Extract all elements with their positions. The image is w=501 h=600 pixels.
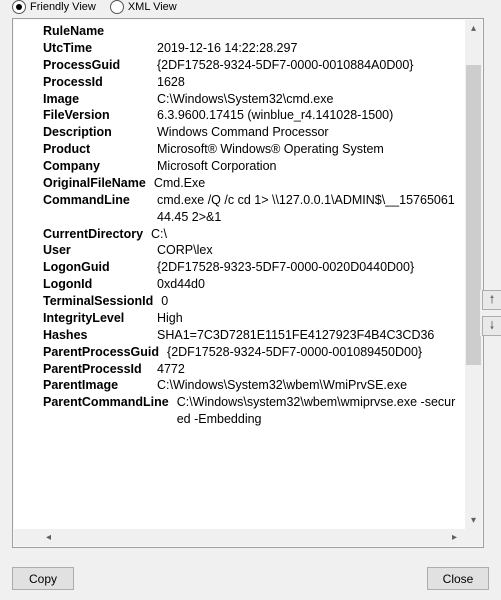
field-key-processguid: ProcessGuid xyxy=(43,57,157,74)
field-val-parentimage: C:\Windows\System32\wbem\WmiPrvSE.exe xyxy=(157,377,459,394)
field-key-parentprocessid: ParentProcessId xyxy=(43,361,157,378)
field-val-logonguid: {2DF17528-9323-5DF7-0000-0020D0440D00} xyxy=(157,259,459,276)
scroll-thumb[interactable] xyxy=(466,65,481,365)
field-val-product: Microsoft® Windows® Operating System xyxy=(157,141,459,158)
field-val-hashes: SHA1=7C3D7281E1151FE4127923F4B4C3CD36 xyxy=(157,327,459,344)
field-key-rulename: RuleName xyxy=(43,23,157,40)
friendly-view-radio[interactable]: Friendly View xyxy=(12,0,96,14)
field-val-currentdirectory: C:\ xyxy=(147,226,459,243)
copy-button[interactable]: Copy xyxy=(12,567,74,590)
field-val-image: C:\Windows\System32\cmd.exe xyxy=(157,91,459,108)
field-key-hashes: Hashes xyxy=(43,327,157,344)
arrow-up-icon: 🠕 xyxy=(490,291,495,310)
field-val-commandline: cmd.exe /Q /c cd 1> \\127.0.0.1\ADMIN$\_… xyxy=(157,192,459,226)
scroll-left-icon[interactable]: ◂ xyxy=(40,529,57,546)
field-val-parentprocessid: 4772 xyxy=(157,361,459,378)
field-key-processid: ProcessId xyxy=(43,74,157,91)
field-val-parentcommandline: C:\Windows\system32\wbem\wmiprvse.exe -s… xyxy=(173,394,459,428)
field-val-fileversion: 6.3.9600.17415 (winblue_r4.141028-1500) xyxy=(157,107,459,124)
friendly-view-label: Friendly View xyxy=(30,1,96,13)
scroll-corner xyxy=(465,529,482,546)
scroll-up-icon[interactable]: ▴ xyxy=(465,20,482,37)
field-key-originalfilename: OriginalFileName xyxy=(43,175,150,192)
field-val-originalfilename: Cmd.Exe xyxy=(150,175,459,192)
arrow-down-icon: 🠗 xyxy=(490,317,495,336)
field-key-logonguid: LogonGuid xyxy=(43,259,157,276)
scroll-track[interactable] xyxy=(465,37,482,512)
field-val-parentprocessguid: {2DF17528-9324-5DF7-0000-001089450D00} xyxy=(163,344,459,361)
field-val-processguid: {2DF17528-9324-5DF7-0000-0010884A0D00} xyxy=(157,57,459,74)
field-key-parentimage: ParentImage xyxy=(43,377,157,394)
field-key-commandline: CommandLine xyxy=(43,192,157,226)
horizontal-scrollbar[interactable]: ◂ ▸ xyxy=(14,529,465,546)
field-val-description: Windows Command Processor xyxy=(157,124,459,141)
field-key-currentdirectory: CurrentDirectory xyxy=(43,226,147,243)
field-key-user: User xyxy=(43,242,157,259)
field-key-parentprocessguid: ParentProcessGuid xyxy=(43,344,163,361)
field-key-fileversion: FileVersion xyxy=(43,107,157,124)
field-val-terminalsessionid: 0 xyxy=(157,293,459,310)
field-key-product: Product xyxy=(43,141,157,158)
field-val-company: Microsoft Corporation xyxy=(157,158,459,175)
field-val-logonid: 0xd44d0 xyxy=(157,276,459,293)
field-val-integritylevel: High xyxy=(157,310,459,327)
vertical-scrollbar[interactable]: ▴ ▾ xyxy=(465,20,482,529)
field-val-user: CORP\lex xyxy=(157,242,459,259)
move-down-button[interactable]: 🠗 xyxy=(482,316,501,336)
field-key-company: Company xyxy=(43,158,157,175)
field-val-utctime: 2019-12-16 14:22:28.297 xyxy=(157,40,459,57)
scroll-down-icon[interactable]: ▾ xyxy=(465,512,482,529)
field-key-image: Image xyxy=(43,91,157,108)
xml-view-radio[interactable]: XML View xyxy=(110,0,177,14)
xml-view-label: XML View xyxy=(128,1,177,13)
field-key-integritylevel: IntegrityLevel xyxy=(43,310,157,327)
field-key-utctime: UtcTime xyxy=(43,40,157,57)
details-content: RuleName UtcTime2019-12-16 14:22:28.297 … xyxy=(43,23,459,525)
field-key-parentcommandline: ParentCommandLine xyxy=(43,394,173,428)
close-button[interactable]: Close xyxy=(427,567,489,590)
details-panel: RuleName UtcTime2019-12-16 14:22:28.297 … xyxy=(12,18,484,548)
scroll-right-icon[interactable]: ▸ xyxy=(446,529,463,546)
field-key-logonid: LogonId xyxy=(43,276,157,293)
field-val-processid: 1628 xyxy=(157,74,459,91)
field-val-rulename xyxy=(157,23,459,40)
field-key-description: Description xyxy=(43,124,157,141)
move-up-button[interactable]: 🠕 xyxy=(482,290,501,310)
field-key-terminalsessionid: TerminalSessionId xyxy=(43,293,157,310)
